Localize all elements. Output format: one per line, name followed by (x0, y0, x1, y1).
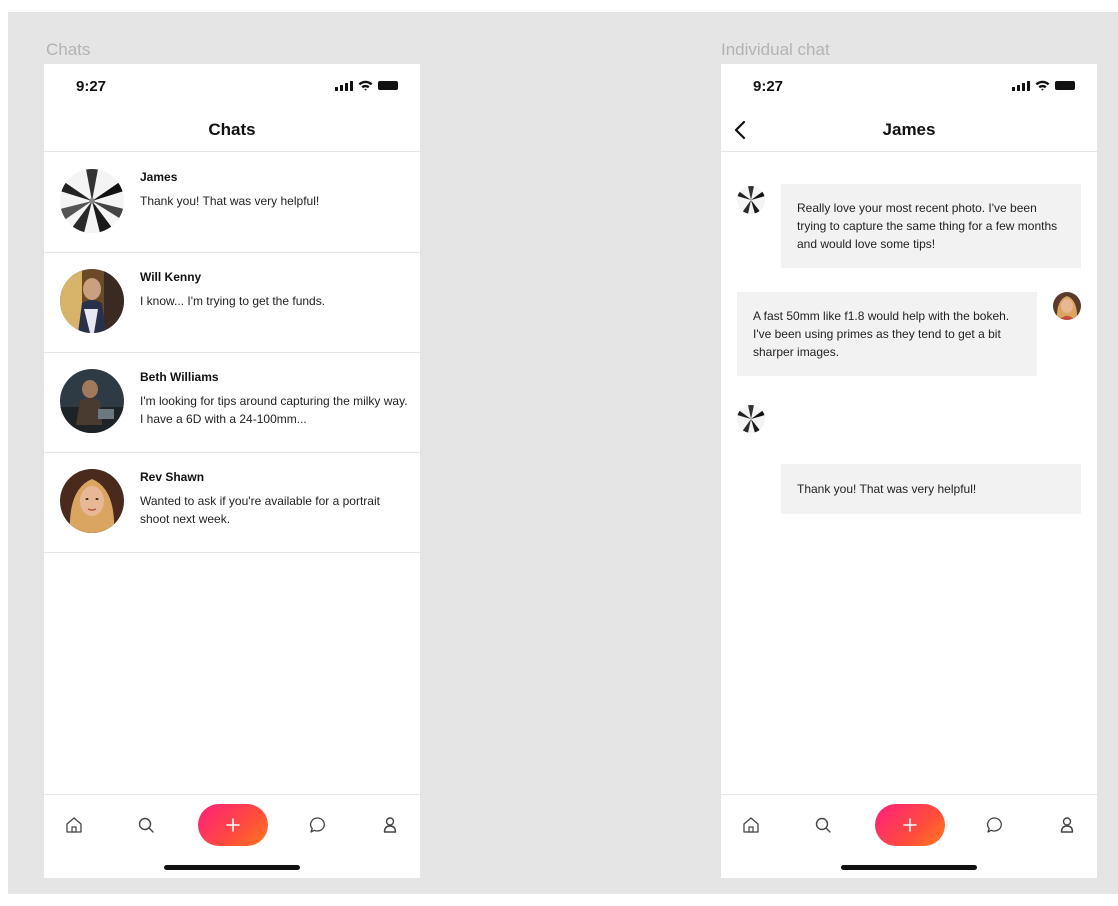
frame-label-individual-chat: Individual chat (721, 40, 830, 59)
new-post-button[interactable] (875, 804, 945, 846)
status-icons (1012, 80, 1075, 91)
avatar-rev-shawn (60, 469, 124, 533)
plus-icon (903, 818, 917, 832)
search-icon[interactable] (134, 813, 158, 837)
wifi-icon (358, 80, 373, 91)
chat-item-beth-williams[interactable]: Beth Williams I'm looking for tips aroun… (44, 353, 420, 453)
avatar-james (737, 405, 765, 433)
chat-item-james[interactable]: James Thank you! That was very helpful! (44, 153, 420, 253)
message-bubble: Thank you! That was very helpful! (781, 464, 1081, 514)
status-bar: 9:27 (721, 64, 1097, 108)
chat-name: Will Kenny (140, 270, 202, 284)
individual-chat-screen: 9:27 James Really love your most recent … (721, 64, 1097, 878)
message-incoming: Thank you! That was very helpful! (721, 401, 1097, 514)
nav-bar: James (721, 108, 1097, 152)
chat-bubble-icon[interactable] (983, 813, 1007, 837)
page-title: James (882, 120, 936, 139)
chat-preview: I'm looking for tips around capturing th… (140, 394, 408, 426)
chat-preview: Wanted to ask if you're available for a … (140, 494, 380, 526)
home-icon[interactable] (739, 813, 763, 837)
search-icon[interactable] (811, 813, 835, 837)
chats-screen: 9:27 Chats James Thank you! That was ver… (44, 64, 420, 878)
plus-icon (226, 818, 240, 832)
chat-bubble-icon[interactable] (306, 813, 330, 837)
chat-item-rev-shawn[interactable]: Rev Shawn Wanted to ask if you're availa… (44, 453, 420, 553)
message-incoming: Really love your most recent photo. I've… (721, 153, 1097, 268)
avatar-self (1053, 292, 1081, 320)
chat-name: Beth Williams (140, 370, 219, 384)
wifi-icon (1035, 80, 1050, 91)
avatar-will-kenny (60, 269, 124, 333)
avatar-james (737, 186, 765, 214)
signal-icon (335, 80, 353, 91)
tab-bar (721, 794, 1097, 878)
profile-icon[interactable] (378, 813, 402, 837)
signal-icon (1012, 80, 1030, 91)
new-post-button[interactable] (198, 804, 268, 846)
frame-label-chats: Chats (46, 40, 91, 59)
status-icons (335, 80, 398, 91)
battery-icon (1055, 81, 1075, 90)
chat-preview: Thank you! That was very helpful! (140, 194, 320, 208)
home-indicator (164, 865, 300, 870)
chat-item-will-kenny[interactable]: Will Kenny I know... I'm trying to get t… (44, 253, 420, 353)
message-outgoing: A fast 50mm like f1.8 would help with th… (721, 291, 1097, 381)
profile-icon[interactable] (1055, 813, 1079, 837)
avatar-james (60, 169, 124, 233)
home-icon[interactable] (62, 813, 86, 837)
battery-icon (378, 81, 398, 90)
tab-bar (44, 794, 420, 878)
status-time: 9:27 (753, 78, 784, 95)
chat-name: Rev Shawn (140, 470, 205, 484)
message-bubble: A fast 50mm like f1.8 would help with th… (737, 292, 1037, 376)
status-bar: 9:27 (44, 64, 420, 108)
status-time: 9:27 (76, 78, 107, 95)
nav-bar: Chats (44, 108, 420, 152)
home-indicator (841, 865, 977, 870)
chat-list: James Thank you! That was very helpful! … (44, 153, 420, 553)
chat-name: James (140, 170, 178, 184)
chat-preview: I know... I'm trying to get the funds. (140, 294, 326, 308)
avatar-beth-williams (60, 369, 124, 433)
message-bubble: Really love your most recent photo. I've… (781, 184, 1081, 268)
page-title: Chats (208, 120, 256, 139)
